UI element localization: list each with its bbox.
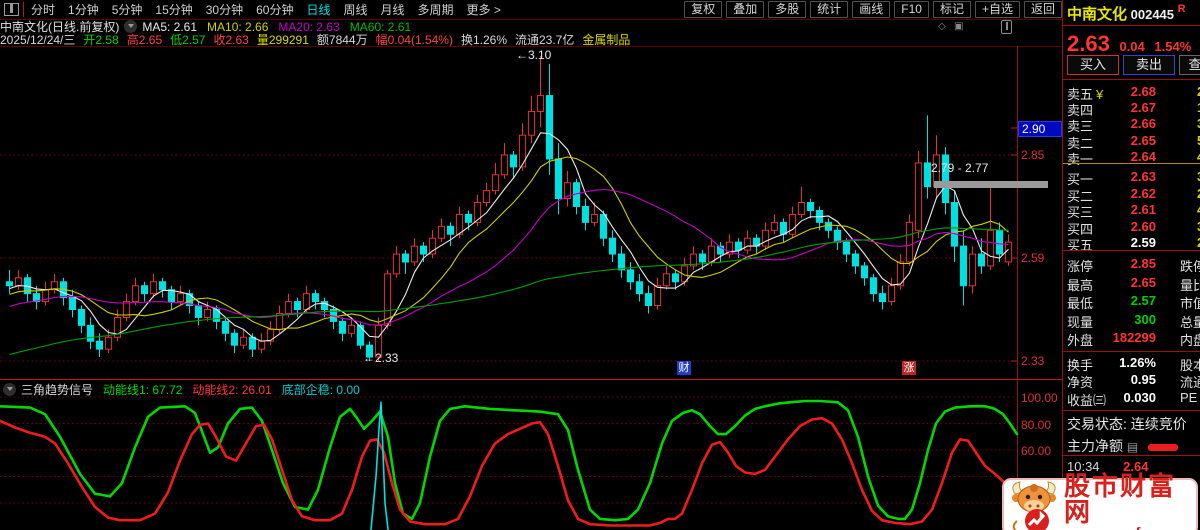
stat-row: 涨停 2.85 跌停 (1067, 256, 1200, 274)
detail-icon[interactable]: ▤ (1127, 440, 1138, 454)
mid-separator (1063, 163, 1200, 164)
sell-button[interactable]: 卖出 (1123, 55, 1175, 75)
trade-status: 交易状态: 连续竞价 (1067, 416, 1187, 432)
ohlc-info-row: 2025/12/24/三 开2.58 高2.65 低2.57 收2.63 量299291 额… (0, 33, 638, 47)
period-menubar: 分时 1分钟 5分钟 15分钟 30分钟 60分钟 日线 周线 月线 多周期 更多 > 复权 叠加 多股… (0, 0, 1062, 19)
toolbar-button-标记[interactable]: 标记 (932, 1, 971, 18)
separator (1063, 79, 1200, 80)
trading-app-window: 分时 1分钟 5分钟 15分钟 30分钟 60分钟 日线 周线 月线 多周期 更多 > 复权 叠加 多股… (0, 0, 1200, 530)
period-menu-items: 分时 1分钟 5分钟 15分钟 30分钟 60分钟 日线 周线 月线 多周期 更多 > (31, 1, 514, 18)
toolbar-buttons: 复权 叠加 多股 统计 画线 F10 标记 +自选 返回 (680, 1, 1062, 18)
indicator-axis-label: 100.00 (1021, 391, 1058, 405)
watermark-title: 股市财富网 (1064, 470, 1177, 527)
indicator-header: 三角趋势信号 动能线1: 67.72 动能线2: 26.01 底部企稳: 0.00 (0, 381, 370, 398)
split-window-icon[interactable] (4, 3, 19, 16)
toolbar-button-画线[interactable]: 画线 (852, 1, 891, 18)
indicator-legend: 动能线1: 67.72 动能线2: 26.01 底部企稳: 0.00 (103, 381, 370, 398)
stat-row: 外盘 182299 内盘 (1067, 330, 1200, 349)
price-annotation: ←3.10 (516, 48, 552, 62)
menu-item-15分钟[interactable]: 15分钟 (155, 3, 192, 17)
toolbar-button-返回[interactable]: 返回 (1023, 1, 1062, 18)
menu-item-60分钟[interactable]: 60分钟 (256, 3, 293, 17)
indicator-axis-label: 60.00 (1021, 444, 1052, 458)
toolbar-button-多股[interactable]: 多股 (768, 1, 807, 18)
separator (1063, 410, 1200, 411)
toolbar-button-+自选[interactable]: +自选 (974, 1, 1020, 18)
collapse-icon[interactable] (3, 382, 16, 396)
event-marker[interactable]: 涨 (902, 361, 916, 375)
last-price: 2.63 (1067, 31, 1110, 56)
separator (1063, 25, 1200, 26)
candlestick-chart[interactable] (0, 46, 1048, 380)
bid-row[interactable]: 买五2.592 (1067, 235, 1200, 254)
price-change: 0.04 (1119, 39, 1145, 54)
buy-button[interactable]: 买入 (1067, 55, 1119, 75)
price-change-pct: 1.54% (1154, 39, 1192, 54)
watermark-text: 股市财富网 www.gscfw.com (1064, 473, 1196, 530)
price-annotation: ←2.33 (363, 351, 399, 365)
menu-item-更多 >[interactable]: 更多 > (467, 3, 501, 17)
margin-tag: R (1177, 3, 1186, 15)
stock-code: 002445 (1130, 7, 1175, 22)
indicator-axis-label: 80.00 (1021, 417, 1052, 432)
stat-row: 收益㈢ 0.030 PE (1067, 389, 1198, 408)
price-axis-label: 2.33 (1021, 354, 1045, 368)
price-axis-label: 2.59 (1021, 251, 1045, 265)
separator (1063, 351, 1200, 352)
toolbar-button-复权[interactable]: 复权 (684, 1, 723, 18)
toolbar-button-叠加[interactable]: 叠加 (726, 1, 765, 18)
indicator-value: 动能线2: 26.01 (192, 382, 272, 397)
main-net-row: 主力净额 ▤ (1067, 436, 1200, 456)
stat-row: 最高 2.65 量比 (1067, 274, 1200, 293)
menu-item-日线[interactable]: 日线 (306, 3, 330, 17)
price-axis-line (1017, 46, 1018, 530)
stock-header: 中南文化 002445 R (1067, 3, 1200, 24)
bull-logo-icon (1012, 481, 1056, 530)
site-watermark: 股市财富网 www.gscfw.com (1002, 473, 1198, 530)
menu-item-5分钟[interactable]: 5分钟 (112, 3, 143, 17)
stock-name: 中南文化 (1067, 6, 1128, 23)
diamond-icon[interactable]: ◇ (938, 21, 946, 32)
menu-item-多周期[interactable]: 多周期 (418, 3, 454, 17)
watermark-url: www.gscfw.com (1064, 525, 1196, 530)
main-net-bar (1148, 444, 1179, 451)
separator (1063, 455, 1200, 456)
stat-row: 净资 0.95 流通 (1067, 372, 1200, 391)
menu-item-30分钟[interactable]: 30分钟 (206, 3, 243, 17)
stat-row: 换手 1.26% 股本 (1067, 355, 1200, 373)
menu-item-分时[interactable]: 分时 (31, 3, 55, 17)
menu-divider (23, 2, 24, 17)
stat-row: 最低 2.57 市值 (1067, 293, 1200, 312)
panel-layout-icon[interactable]: ▣ (954, 21, 963, 32)
page-icon[interactable] (1001, 20, 1012, 34)
separator (1063, 250, 1200, 251)
price-annotation: 2.79 - 2.77 (931, 161, 989, 175)
price-row: 2.63 0.04 1.54% (1067, 31, 1200, 57)
indicator-value: 底部企稳: 0.00 (281, 382, 360, 397)
menu-item-1分钟[interactable]: 1分钟 (68, 3, 99, 17)
stat-row: 现量 300 总量 (1067, 311, 1200, 330)
toolbar-button-统计[interactable]: 统计 (810, 1, 849, 18)
ask-row[interactable]: 卖一2.644 (1067, 149, 1200, 168)
toolbar-button-F10[interactable]: F10 (894, 1, 929, 18)
query-button[interactable]: 查 (1179, 55, 1200, 75)
menu-item-周线[interactable]: 周线 (343, 3, 367, 17)
menu-item-月线[interactable]: 月线 (381, 3, 405, 17)
main-net-label[interactable]: 主力净额 (1067, 438, 1123, 454)
indicator-name[interactable]: 三角趋势信号 (21, 381, 93, 398)
price-axis-label: 2.90 (1018, 121, 1062, 137)
price-axis-label: 2.85 (1021, 148, 1045, 162)
event-marker[interactable]: 财 (677, 361, 691, 375)
quote-panel: 中南文化 002445 R 2.63 0.04 1.54% 买入 卖出 查 卖五… (1062, 0, 1200, 530)
indicator-value: 动能线1: 67.72 (103, 382, 183, 397)
indicator-chart[interactable] (0, 396, 1019, 530)
